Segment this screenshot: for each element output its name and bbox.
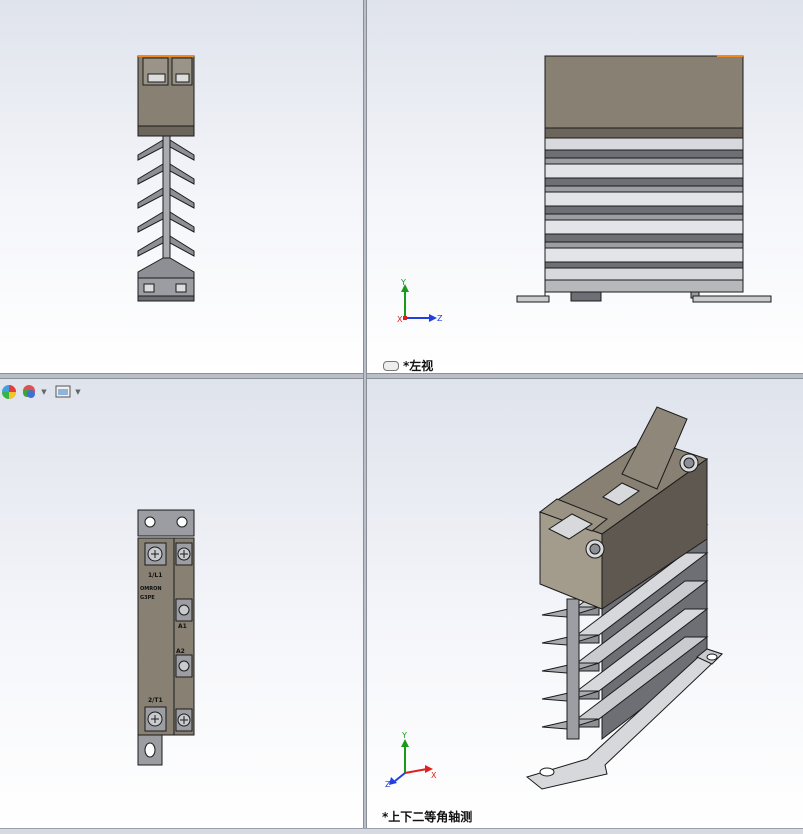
viewport-front[interactable] xyxy=(0,0,363,373)
terminal-label-top: 1/L1 xyxy=(148,572,163,579)
viewport-left-view[interactable]: Y X Z *左视 xyxy=(367,0,803,373)
axis-x-label: X xyxy=(397,315,403,324)
terminal-label-bottom: 2/T1 xyxy=(148,697,163,704)
axis-y-label: Y xyxy=(400,278,406,287)
terminal-label-a1: A1 xyxy=(178,623,187,630)
vertical-splitter[interactable] xyxy=(363,0,367,828)
view-link-icon[interactable] xyxy=(383,361,399,371)
axis-triad-iso xyxy=(389,739,433,785)
model-marking: G3PE xyxy=(140,595,155,601)
left-view-model: Y X Z xyxy=(397,55,772,324)
view-label-left: *左视 xyxy=(403,359,434,373)
bottom-bar xyxy=(0,828,803,834)
viewport-isometric[interactable]: Y X Z *上下二等角轴测 xyxy=(367,379,803,828)
iso-axis-y-label: Y xyxy=(401,731,407,740)
top-view-model xyxy=(137,509,195,766)
iso-axis-x-label: X xyxy=(431,771,437,780)
horizontal-splitter[interactable] xyxy=(0,373,803,379)
viewport-top-view[interactable]: ▼ ▼ 1/L1 OMRON G3PE A1 A2 2/T1 xyxy=(0,379,363,828)
iso-axis-z-label: Z xyxy=(385,780,391,789)
axis-z-label: Z xyxy=(437,314,443,323)
front-view-model xyxy=(137,55,195,302)
isometric-model: Y X Z xyxy=(385,406,723,790)
view-label-isometric: *上下二等角轴测 xyxy=(382,810,473,824)
brand-marking: OMRON xyxy=(140,586,162,592)
axis-triad xyxy=(401,284,437,322)
terminal-label-a2: A2 xyxy=(176,648,185,655)
